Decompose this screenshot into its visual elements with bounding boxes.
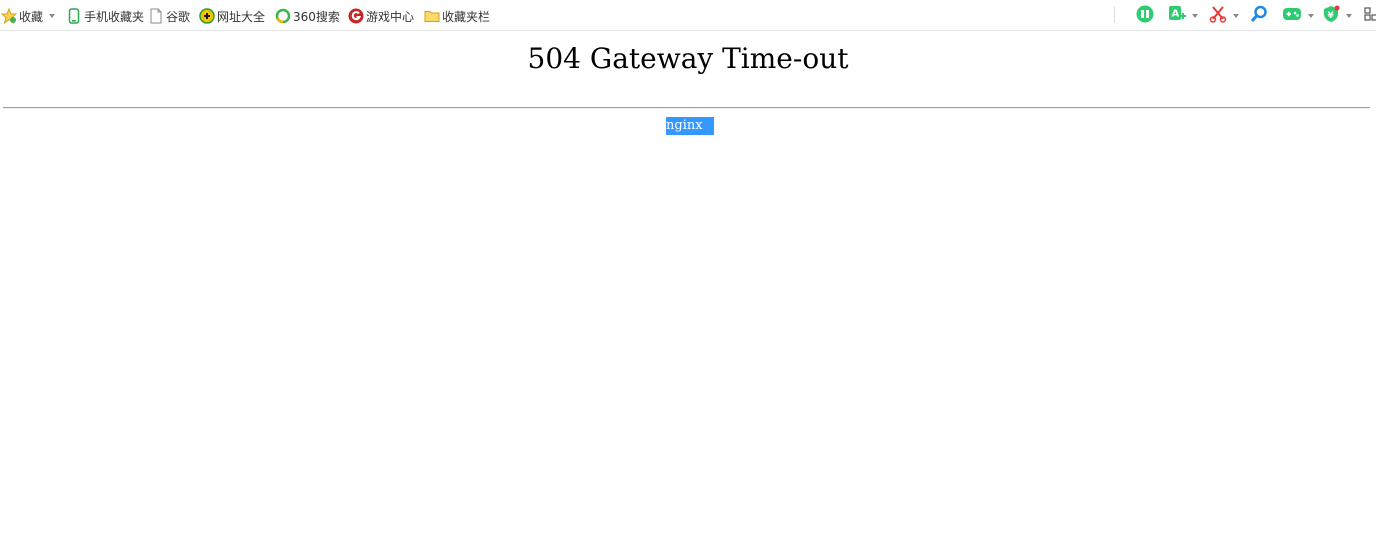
bookmark-folder[interactable]: 收藏夹栏 [424, 6, 490, 26]
chevron-down-icon [1308, 14, 1314, 18]
search-extension-button[interactable] [1250, 5, 1268, 27]
divider [3, 107, 1370, 109]
page-title: 504 Gateway Time-out [527, 42, 849, 75]
game-center-icon [348, 8, 364, 24]
phone-icon [66, 8, 82, 24]
translate-icon: A [1168, 5, 1186, 27]
bookmark-google[interactable]: 谷歌 [148, 6, 190, 26]
chevron-down-icon [1192, 14, 1198, 18]
star-icon [0, 7, 18, 25]
ebook-extension-button[interactable] [1136, 5, 1154, 27]
svg-text:¥: ¥ [1328, 11, 1335, 21]
apps-grid-icon [1364, 6, 1376, 26]
game-extension-button[interactable] [1282, 6, 1314, 26]
translate-extension-button[interactable]: A [1168, 6, 1198, 26]
bookmark-game-center[interactable]: 游戏中心 [348, 6, 414, 26]
scissors-icon [1209, 5, 1227, 27]
bookmark-site-directory[interactable]: 网址大全 [199, 6, 265, 26]
svg-text:A: A [1172, 9, 1180, 20]
favorites-button[interactable]: 收藏 [0, 6, 56, 26]
screenshot-extension-button[interactable] [1209, 6, 1239, 26]
toolbar-divider [1114, 7, 1115, 23]
page-icon [148, 8, 164, 24]
apps-button[interactable] [1364, 6, 1376, 26]
folder-icon [424, 8, 440, 24]
ebook-icon [1136, 5, 1154, 27]
shield-yuan-icon: ¥ [1322, 5, 1340, 27]
favorites-label: 收藏 [19, 9, 44, 24]
shopping-extension-button[interactable]: ¥ [1322, 5, 1352, 27]
bookmarks-bar: 收藏 手机收藏夹 谷歌 网址大全 360搜索 游戏中心 收藏夹栏 A ¥ [0, 0, 1376, 31]
bookmark-label: 游戏中心 [366, 9, 415, 24]
bookmark-label: 网址大全 [217, 9, 266, 24]
360-search-icon [275, 8, 291, 24]
server-name: nginx [666, 117, 714, 135]
chevron-down-icon [1233, 14, 1239, 18]
search-icon [1250, 5, 1268, 27]
chevron-down-icon [49, 14, 56, 18]
gamepad-icon [1282, 5, 1302, 27]
chevron-down-icon [1346, 14, 1352, 18]
bookmark-label: 收藏夹栏 [442, 9, 491, 24]
bookmark-label: 360搜索 [293, 9, 340, 24]
bookmark-label: 手机收藏夹 [84, 9, 145, 24]
bookmark-label: 谷歌 [166, 9, 191, 24]
bookmark-mobile-favorites[interactable]: 手机收藏夹 [66, 6, 144, 26]
bookmark-360-search[interactable]: 360搜索 [275, 6, 340, 26]
site-directory-icon [199, 8, 215, 24]
